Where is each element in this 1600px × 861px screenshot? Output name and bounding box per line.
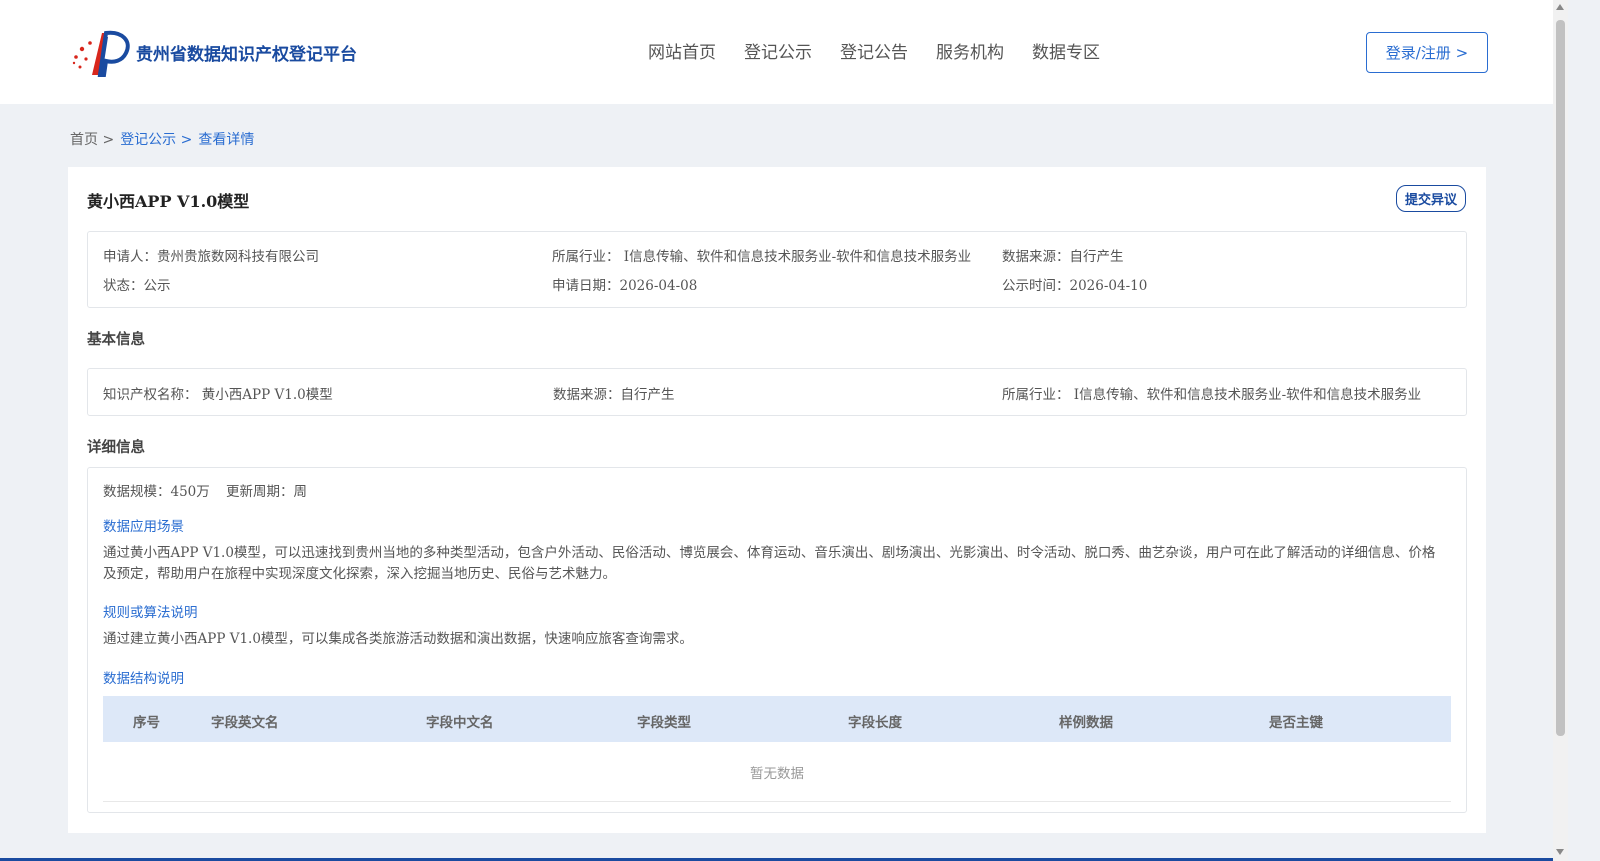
detail-info-box: 数据规模：450万 更新周期：周 数据应用场景 通过黄小西APP V1.0模型，… [87,467,1467,813]
structure-title: 数据结构说明 [103,671,184,687]
data-structure-table: 序号 字段英文名 字段中文名 字段类型 字段长度 样例数据 是否主键 暂无数据 [103,696,1451,802]
site-name: 贵州省数据知识产权登记平台 [136,44,357,65]
col-field-type: 字段类型 [637,715,691,731]
basic-info-title: 基本信息 [87,332,145,348]
algorithm-text: 通过建立黄小西APP V1.0模型，可以集成各类旅游活动数据和演出数据，快速响应… [103,631,693,647]
empty-text: 暂无数据 [750,765,804,782]
scrollbar-thumb[interactable] [1556,20,1565,736]
breadcrumb-current: 查看详情 [198,132,255,148]
col-primary-key: 是否主键 [1269,715,1323,731]
col-sample-data: 样例数据 [1059,715,1113,731]
basic-info-box: 知识产权名称： 黄小西APP V1.0模型 数据来源：自行产生 所属行业： I信… [87,368,1467,416]
update-cycle: 更新周期：周 [226,484,307,500]
table-empty-row: 暂无数据 [103,742,1451,802]
login-register-button[interactable]: 登录/注册 > [1366,32,1488,73]
scenario-title: 数据应用场景 [103,519,184,535]
vertical-scrollbar[interactable] [1553,0,1568,861]
nav-data-zone[interactable]: 数据专区 [1032,38,1100,63]
scroll-down-arrow-icon[interactable] [1556,849,1564,855]
scenario-text-line-2: 及预定，帮助用户在旅程中实现深度文化探索，深入挖掘当地历史、民俗与艺术魅力。 [103,566,616,582]
status: 状态：公示 [103,278,171,294]
table-header: 序号 字段英文名 字段中文名 字段类型 字段长度 样例数据 是否主键 [103,696,1451,742]
breadcrumb-home[interactable]: 首页 > [70,129,114,149]
basic-industry: 所属行业： I信息传输、软件和信息技术服务业-软件和信息技术服务业 [1002,387,1422,403]
apply-date: 申请日期：2026-04-08 [552,278,698,294]
basic-data-source: 数据来源：自行产生 [553,387,675,403]
applicant: 申请人：贵州贵旅数网科技有限公司 [103,249,319,265]
industry: 所属行业： I信息传输、软件和信息技术服务业-软件和信息技术服务业 [552,249,972,265]
col-english-name: 字段英文名 [211,715,279,731]
ip-name: 知识产权名称： 黄小西APP V1.0模型 [103,387,333,403]
main-nav: 网站首页 登记公示 登记公告 服务机构 数据专区 [648,38,1100,63]
submit-objection-button[interactable]: 提交异议 [1395,185,1466,212]
data-scale: 数据规模：450万 [103,484,210,500]
nav-registration-announcement[interactable]: 登记公告 [840,38,908,63]
detail-card: 黄小西APP V1.0模型 提交异议 申请人：贵州贵旅数网科技有限公司 所属行业… [68,167,1486,833]
data-source: 数据来源：自行产生 [1002,249,1124,265]
scroll-up-arrow-icon[interactable] [1556,4,1564,10]
site-logo[interactable]: 贵州省数据知识产权登记平台 [70,27,357,77]
logo-emblem-icon [70,27,130,77]
scenario-text-line-1: 通过黄小西APP V1.0模型，可以迅速找到贵州当地的多种类型活动，包含户外活动… [103,545,1436,561]
col-chinese-name: 字段中文名 [426,715,494,731]
nav-home[interactable]: 网站首页 [648,38,716,63]
col-field-length: 字段长度 [848,715,902,731]
breadcrumb-publicity[interactable]: 登记公示 > [120,129,192,149]
nav-registration-publicity[interactable]: 登记公示 [744,38,812,63]
publish-date: 公示时间：2026-04-10 [1002,278,1148,294]
nav-service-agencies[interactable]: 服务机构 [936,38,1004,63]
col-index: 序号 [133,715,160,731]
summary-box: 申请人：贵州贵旅数网科技有限公司 所属行业： I信息传输、软件和信息技术服务业-… [87,231,1467,308]
scenario-text: 通过黄小西APP V1.0模型，可以迅速找到贵州当地的多种类型活动，包含户外活动… [103,543,1453,585]
site-header: 贵州省数据知识产权登记平台 网站首页 登记公示 登记公告 服务机构 数据专区 登… [0,0,1568,104]
detail-info-title: 详细信息 [87,440,145,456]
algorithm-title: 规则或算法说明 [103,605,198,621]
breadcrumb: 首页 > 登记公示 > 查看详情 [70,129,254,149]
page-title: 黄小西APP V1.0模型 [87,192,250,211]
